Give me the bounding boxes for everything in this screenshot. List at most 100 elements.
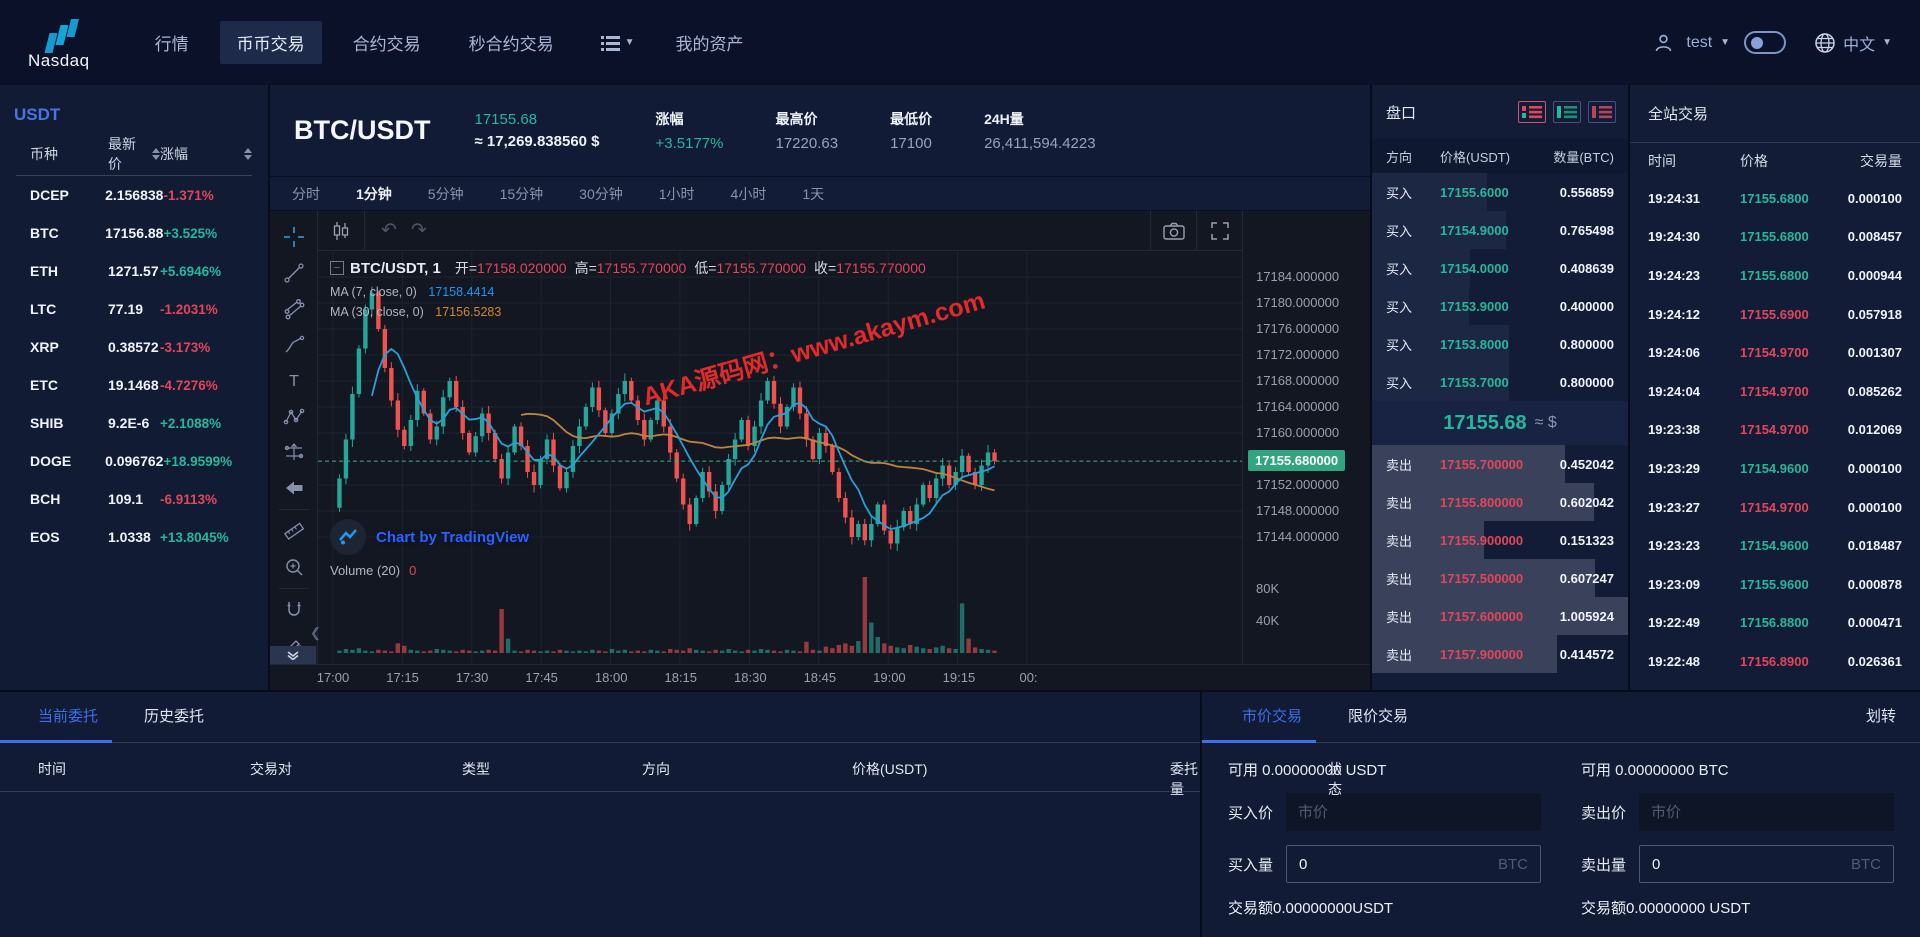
market-row[interactable]: BTC 17156.88 +3.525%: [0, 214, 268, 252]
nav-item-币币交易[interactable]: 币币交易: [219, 21, 322, 64]
trade-price: 17156.8800: [1740, 615, 1809, 631]
nav-item-秒合约交易[interactable]: 秒合约交易: [452, 21, 571, 64]
chevron-down-icon: [287, 650, 299, 660]
fullscreen-icon: [1210, 221, 1229, 240]
user-chevron-down-icon[interactable]: ▼: [1720, 37, 1730, 48]
orderbook-ask-row[interactable]: 卖出 17155.800000 0.602042: [1372, 483, 1628, 521]
tab-历史委托[interactable]: 历史委托: [130, 705, 218, 742]
market-price: 109.1: [108, 491, 144, 507]
orderbook-ask-row[interactable]: 卖出 17155.700000 0.452042: [1372, 445, 1628, 483]
sell-price-input[interactable]: [1639, 793, 1894, 831]
chevron-down-icon: ▼: [624, 37, 635, 48]
orders-panel: 当前委托 历史委托 时间 交易对 类型 方向 价格(USDT) 委托量 状态: [0, 692, 1342, 937]
brush-tool[interactable]: [275, 327, 313, 363]
orderbook-bid-row[interactable]: 买入 17154.0000 0.408639: [1372, 249, 1628, 287]
market-change: -3.173%: [160, 339, 211, 355]
trade-row: 19:24:06 17154.9700 0.001307: [1630, 333, 1920, 372]
orderbook-bid-row[interactable]: 买入 17153.7000 0.800000: [1372, 363, 1628, 401]
pitchfork-tool[interactable]: [275, 291, 313, 327]
orderbook-ask-row[interactable]: 卖出 17155.900000 0.151323: [1372, 521, 1628, 559]
tab-限价交易[interactable]: 限价交易: [1334, 705, 1422, 742]
chart-canvas-area[interactable]: ↶ ↷ − BTC/USDT, 1 开=17158.020000 高=17155…: [318, 211, 1242, 664]
sort-change-button[interactable]: [244, 148, 252, 160]
orderbook-mode-both-button[interactable]: [1518, 101, 1546, 123]
orderbook-bid-row[interactable]: 买入 17154.9000 0.765498: [1372, 211, 1628, 249]
orderbook-ask-row[interactable]: 卖出 17157.900000 0.414572: [1372, 635, 1628, 673]
zoom-in-tool[interactable]: [275, 549, 313, 585]
change-value: +3.5177%: [655, 135, 724, 152]
buy-price-input[interactable]: [1286, 793, 1541, 831]
orderbook-mode-asks-button[interactable]: [1588, 101, 1616, 123]
interval-1小时[interactable]: 1小时: [659, 184, 695, 204]
interval-1天[interactable]: 1天: [802, 184, 824, 204]
svg-text:T: T: [289, 373, 299, 390]
toolbar-expand-button[interactable]: [270, 646, 316, 664]
volume-label: 24H量: [984, 111, 1024, 127]
interval-1分钟[interactable]: 1分钟: [356, 184, 392, 204]
market-row[interactable]: ETC 19.1468 -4.7276%: [0, 366, 268, 404]
market-row[interactable]: DOGE 0.096762 +18.9599%: [0, 442, 268, 480]
fullscreen-button[interactable]: [1196, 211, 1242, 251]
back-arrow-tool[interactable]: [275, 470, 313, 506]
market-row[interactable]: XRP 0.38572 -3.173%: [0, 328, 268, 366]
trade-form-panel: 市价交易限价交易 划转 可用 0.00000000 USDT 买入价 买入量 BT…: [1201, 692, 1920, 937]
market-row[interactable]: DCEP 2.156838 -1.371%: [0, 176, 268, 214]
market-coin: BTC: [30, 225, 59, 241]
redo-button[interactable]: ↷: [411, 219, 427, 242]
market-coin: XRP: [30, 339, 59, 355]
market-row[interactable]: SHIB 9.2E-6 +2.1088%: [0, 404, 268, 442]
orderbook-bid-row[interactable]: 买入 17153.9000 0.400000: [1372, 287, 1628, 325]
nav-item-行情[interactable]: 行情: [138, 21, 206, 64]
time-axis[interactable]: 17:00 17:15 17:30 17:45 18:00 18:15 18:30 18:45…: [270, 664, 1370, 690]
text-tool[interactable]: T: [275, 363, 313, 399]
username[interactable]: test: [1686, 34, 1712, 52]
transfer-link[interactable]: 划转: [1866, 705, 1896, 742]
undo-button[interactable]: ↶: [381, 219, 397, 242]
orderbook-ask-row[interactable]: 卖出 17157.600000 1.005924: [1372, 597, 1628, 635]
markets-menu-button[interactable]: ▼: [595, 35, 641, 51]
magnet-tool[interactable]: [275, 592, 313, 628]
market-row[interactable]: LTC 77.19 -1.2031%: [0, 290, 268, 328]
candlestick-chart[interactable]: [318, 251, 1242, 664]
market-price: 77.19: [108, 301, 144, 317]
nav-item-合约交易[interactable]: 合约交易: [336, 21, 438, 64]
chart-topbar: ↶ ↷: [318, 211, 1242, 251]
interval-30分钟[interactable]: 30分钟: [579, 184, 623, 204]
buy-form: 可用 0.00000000 USDT 买入价 买入量 BTC 交易额0.0000…: [1228, 759, 1541, 918]
buy-amount-label: 买入量: [1228, 856, 1274, 874]
crosshair-tool[interactable]: [275, 219, 313, 255]
orderbook-mode-bids-button[interactable]: [1553, 101, 1581, 123]
interval-5分钟[interactable]: 5分钟: [428, 184, 464, 204]
trade-price: 17154.9600: [1740, 538, 1809, 554]
ask-side: 卖出: [1386, 571, 1413, 587]
tab-市价交易[interactable]: 市价交易: [1201, 705, 1317, 743]
bid-price: 17154.9000: [1440, 222, 1509, 238]
price-tick: 17168.000000: [1256, 373, 1340, 388]
tab-当前委托[interactable]: 当前委托: [0, 705, 113, 743]
trade-form-tabs: 市价交易 限价交易 划转: [1201, 692, 1920, 743]
market-row[interactable]: ETH 1271.57 +5.6946%: [0, 252, 268, 290]
screenshot-button[interactable]: [1150, 211, 1196, 251]
orderbook-ask-row[interactable]: 卖出 17157.500000 0.607247: [1372, 559, 1628, 597]
theme-toggle[interactable]: [1744, 31, 1787, 54]
market-row[interactable]: EOS 1.0338 +13.8045%: [0, 518, 268, 556]
orderbook-bid-row[interactable]: 买入 17155.6000 0.556859: [1372, 173, 1628, 211]
forecast-tool[interactable]: [275, 435, 313, 471]
trade-row: 19:23:38 17154.9700 0.012069: [1630, 411, 1920, 450]
interval-分时[interactable]: 分时: [292, 184, 320, 204]
interval-15分钟[interactable]: 15分钟: [500, 184, 544, 204]
buy-amount-input[interactable]: [1299, 855, 1498, 873]
trendline-tool[interactable]: [275, 255, 313, 291]
candle-style-button[interactable]: [318, 211, 365, 251]
interval-4小时[interactable]: 4小时: [731, 184, 767, 204]
sort-price-button[interactable]: [152, 148, 160, 160]
brand-logo[interactable]: Nasdaq: [28, 18, 90, 71]
pattern-tool[interactable]: [275, 399, 313, 435]
orderbook-bid-row[interactable]: 买入 17153.8000 0.800000: [1372, 325, 1628, 363]
market-row[interactable]: BCH 109.1 -6.9113%: [0, 480, 268, 518]
nav-item-assets[interactable]: 我的资产: [659, 21, 761, 64]
price-axis[interactable]: 17184.000000 17180.000000 17176.000000 1717…: [1242, 211, 1370, 664]
measure-tool[interactable]: [275, 513, 313, 549]
sell-amount-input[interactable]: [1652, 855, 1851, 873]
language-selector[interactable]: 中文 ▼: [1814, 31, 1892, 55]
